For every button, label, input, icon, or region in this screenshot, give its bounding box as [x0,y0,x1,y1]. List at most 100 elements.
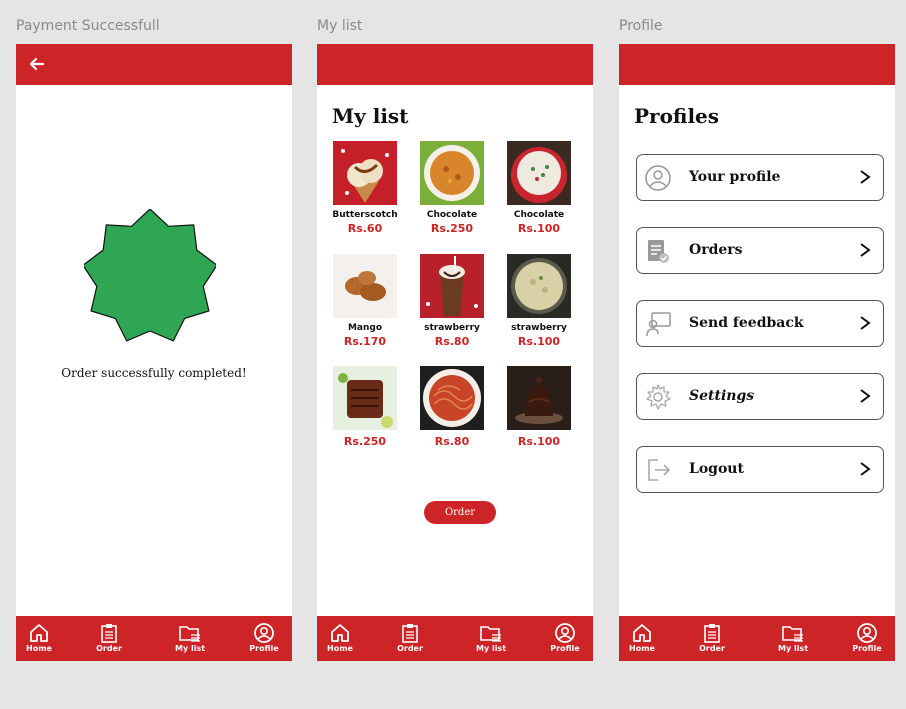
back-arrow-icon[interactable] [28,55,46,73]
bottom-nav: Home Order My list Profile [619,616,895,661]
clipboard-icon [402,624,418,643]
nav-profile-label: Profile [550,644,580,653]
food-price: Rs.100 [517,435,561,448]
user-circle-icon [857,623,877,643]
food-price: Rs.100 [517,222,561,235]
nav-profile-label: Profile [852,644,882,653]
top-bar [16,44,292,85]
logout-icon [648,459,671,481]
chevron-right-icon [860,316,871,330]
order-button[interactable]: Order [424,501,496,524]
food-name: Chocolate [513,210,565,220]
menu-send-feedback[interactable]: Send feedback [636,300,884,347]
nav-home-label: Home [327,644,353,653]
nav-order-label: Order [397,644,423,653]
frame-label-profile: Profile [619,18,663,34]
food-card[interactable]: Rs.100 [506,366,572,448]
chevron-right-icon [860,243,871,257]
nav-mylist-label: My list [777,644,809,653]
folder-list-icon [480,626,501,642]
top-bar [619,44,895,85]
nav-order[interactable]: Order [687,623,737,653]
folder-list-icon [782,626,803,642]
success-message: Order successfully completed! [61,366,247,380]
nav-mylist-label: My list [475,644,507,653]
frame-label-payment: Payment Successfull [16,18,160,34]
user-circle-icon [254,623,274,643]
mushroom-curry-image [507,254,571,318]
chocolate-shake-image [420,254,484,318]
menu-your-profile[interactable]: Your profile [636,154,884,201]
menu-logout[interactable]: Logout [636,446,884,493]
nav-profile[interactable]: Profile [842,623,892,653]
food-card[interactable]: Chocolate Rs.100 [506,141,572,235]
food-card[interactable]: strawberry Rs.100 [506,254,572,348]
nav-order-label: Order [699,644,725,653]
profile-screen: Profiles Your profile Orders Send feedba… [619,44,895,661]
orders-icon [648,240,669,263]
nav-mylist[interactable]: My list [768,623,818,653]
chevron-right-icon [860,389,871,403]
user-circle-icon [645,165,671,191]
clipboard-icon [704,624,720,643]
food-card[interactable]: Butterscotch Rs.60 [332,141,398,235]
food-price: Rs.80 [434,435,470,448]
food-name: Chocolate [426,210,478,220]
spaghetti-image [420,366,484,430]
user-circle-icon [555,623,575,643]
menu-label: Your profile [689,169,781,185]
nav-mylist[interactable]: My list [165,623,215,653]
veg-rice-image [507,141,571,205]
food-price: Rs.100 [517,335,561,348]
food-price: Rs.80 [434,335,470,348]
menu-orders[interactable]: Orders [636,227,884,274]
chevron-right-icon [860,170,871,184]
food-name: Butterscotch [332,210,398,220]
bottom-nav: Home Order My list Profile [317,616,593,661]
nav-profile[interactable]: Profile [239,623,289,653]
nav-home[interactable]: Home [619,623,667,653]
chevron-right-icon [860,462,871,476]
food-price: Rs.250 [343,435,387,448]
food-price: Rs.60 [347,222,383,235]
bottom-nav: Home Order My list Profile [16,616,292,661]
food-card[interactable]: Rs.250 [332,366,398,448]
food-card[interactable]: strawberry Rs.80 [419,254,485,348]
nav-home[interactable]: Home [317,623,365,653]
folder-list-icon [179,626,200,642]
food-card[interactable]: Chocolate Rs.250 [419,141,485,235]
success-star-shape [82,208,218,342]
nav-order[interactable]: Order [385,623,435,653]
menu-settings[interactable]: Settings [636,373,884,420]
food-card[interactable]: Mango Rs.170 [332,254,398,348]
payment-success-screen: Order successfully completed! Home Order… [16,44,292,661]
chocolate-cake-image [507,366,571,430]
nav-mylist-label: My list [174,644,206,653]
nav-profile[interactable]: Profile [540,623,590,653]
nav-home-label: Home [629,644,655,653]
nav-profile-label: Profile [249,644,279,653]
frame-label-mylist: My list [317,18,363,34]
food-name: strawberry [511,323,567,333]
nav-order[interactable]: Order [84,623,134,653]
nav-mylist[interactable]: My list [466,623,516,653]
feedback-icon [646,312,671,337]
clipboard-icon [101,624,117,643]
food-name: strawberry [424,323,480,333]
gear-icon [646,384,671,410]
home-icon [633,624,651,642]
grilled-fish-image [333,366,397,430]
biryani-image [420,141,484,205]
nav-order-label: Order [96,644,122,653]
menu-label: Logout [689,461,744,477]
my-list-screen: My list Butterscotch Rs.60 Chocolate Rs.… [317,44,593,661]
home-icon [331,624,349,642]
menu-label: Settings [689,388,755,404]
fried-chicken-image [333,254,397,318]
nav-home[interactable]: Home [16,623,64,653]
success-badge-icon [82,208,218,350]
food-name: Mango [347,323,383,333]
menu-label: Send feedback [689,315,804,331]
home-icon [30,624,48,642]
food-card[interactable]: Rs.80 [419,366,485,448]
